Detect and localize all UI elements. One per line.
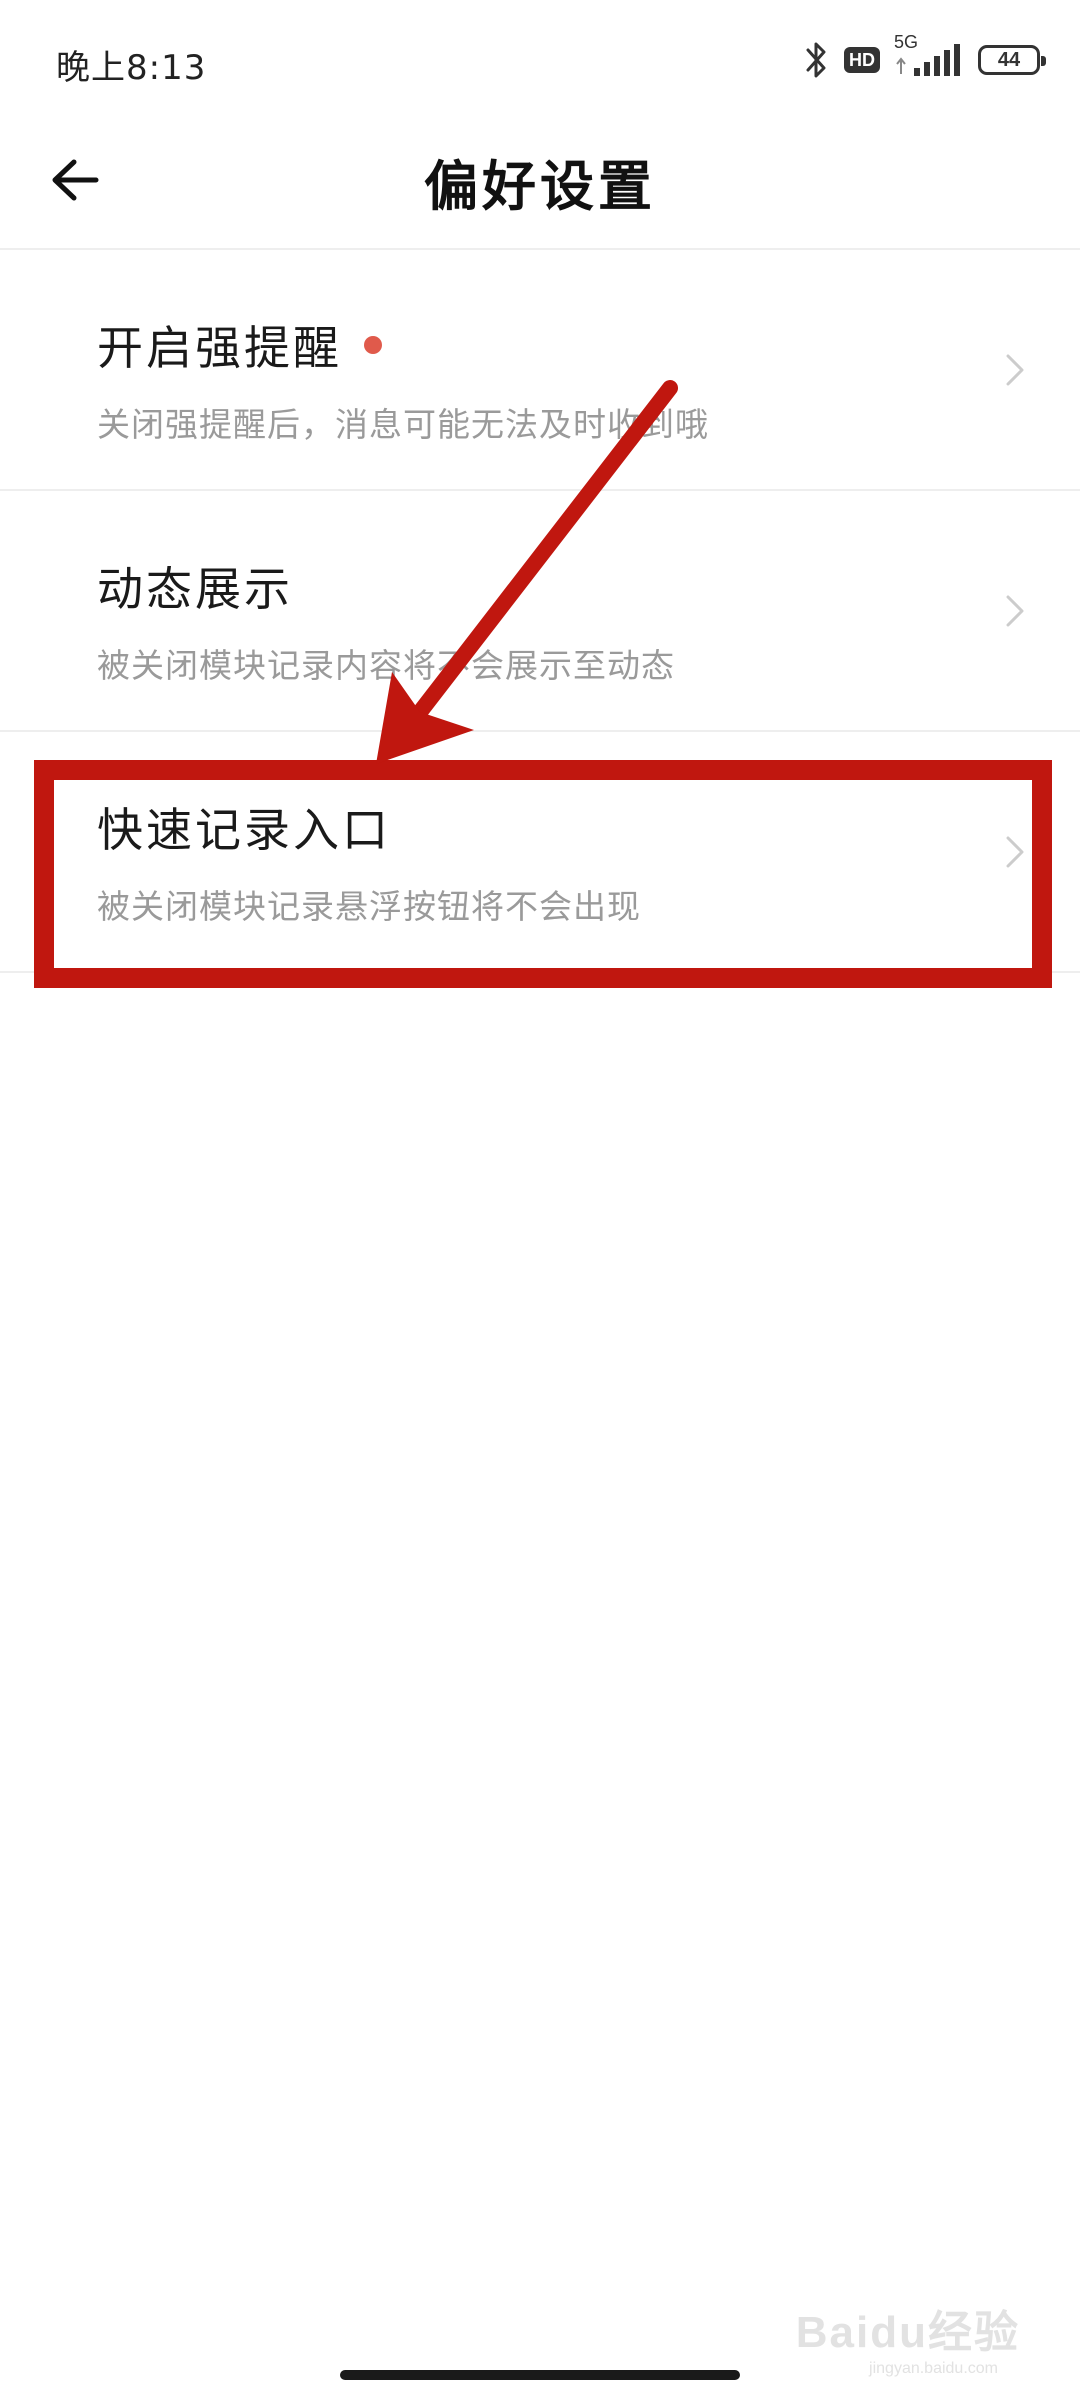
status-icons: HD 5G 44: [804, 32, 1046, 82]
status-time: 晚上8:13: [56, 48, 207, 88]
signal-icon: 5G: [894, 32, 964, 82]
chevron-right-icon: [1006, 354, 1024, 386]
home-indicator[interactable]: [340, 2370, 740, 2380]
watermark-url: jingyan.baidu.com: [869, 2360, 998, 2377]
setting-description: 被关闭模块记录悬浮按钮将不会出现: [97, 887, 641, 926]
setting-title: 快速记录入口: [97, 803, 391, 857]
status-bar: 晚上8:13 HD 5G 44: [0, 0, 1080, 120]
chevron-right-icon: [1006, 836, 1024, 868]
battery-level: 44: [997, 48, 1021, 71]
settings-list: 开启强提醒 关闭强提醒后，消息可能无法及时收到哦 动态展示 被关闭模块记录内容将…: [0, 250, 1080, 973]
setting-description: 被关闭模块记录内容将不会展示至动态: [97, 646, 675, 685]
chevron-right-icon: [1006, 595, 1024, 627]
setting-title: 开启强提醒: [97, 321, 342, 375]
battery-icon: 44: [978, 45, 1046, 75]
setting-feed-display[interactable]: 动态展示 被关闭模块记录内容将不会展示至动态: [0, 491, 1080, 732]
notification-dot: [364, 336, 382, 354]
bluetooth-icon: [806, 42, 826, 78]
setting-quick-record-entry[interactable]: 快速记录入口 被关闭模块记录悬浮按钮将不会出现: [0, 732, 1080, 973]
header: 偏好设置: [0, 120, 1080, 250]
watermark-logo: Baidu经验: [795, 2308, 1020, 2357]
page-title: 偏好设置: [424, 155, 656, 218]
setting-strong-reminder[interactable]: 开启强提醒 关闭强提醒后，消息可能无法及时收到哦: [0, 250, 1080, 491]
hd-badge: HD: [844, 47, 880, 73]
setting-description: 关闭强提醒后，消息可能无法及时收到哦: [97, 405, 709, 444]
setting-title: 动态展示: [97, 562, 293, 616]
